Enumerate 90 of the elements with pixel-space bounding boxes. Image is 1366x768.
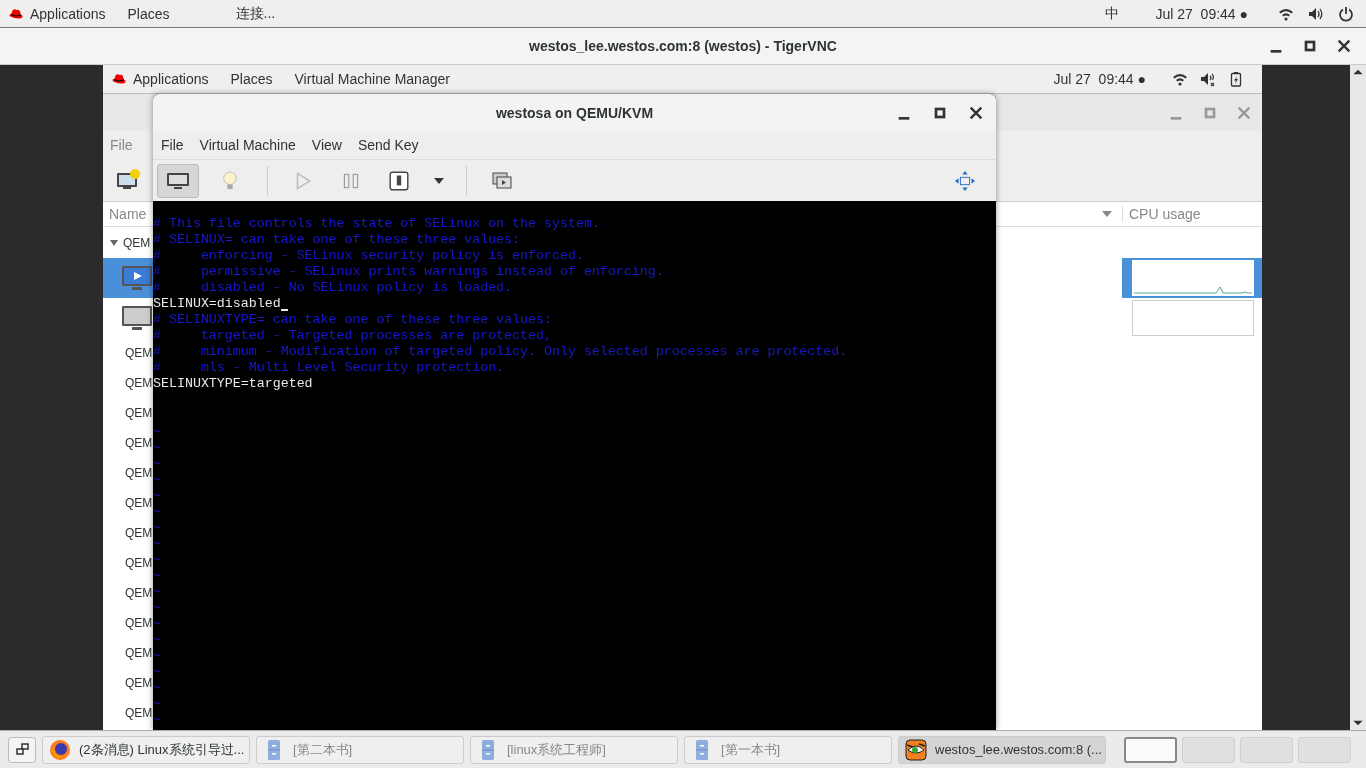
- app-menu[interactable]: 连接...: [235, 4, 276, 23]
- empty-line-marker: ~: [153, 424, 161, 439]
- connection-label: QEM: [123, 235, 151, 250]
- new-vm-icon[interactable]: [115, 168, 141, 192]
- window-title: westos_lee.westos.com:8 (westos) - TigerVNC: [529, 38, 837, 54]
- muted-volume-icon[interactable]: [1200, 71, 1216, 87]
- tiger-eye-icon: [905, 738, 927, 761]
- connection-label[interactable]: QEM: [125, 406, 153, 420]
- snapshots-icon[interactable]: [491, 169, 513, 192]
- config-line: SELINUX=disabled: [153, 296, 281, 311]
- connection-label[interactable]: QEM: [125, 376, 153, 390]
- hat-icon: [8, 7, 24, 20]
- workspace-button[interactable]: [1124, 736, 1177, 763]
- comment-line: # disabled - No SELinux policy is loaded.: [153, 280, 514, 296]
- empty-line-marker: ~: [153, 648, 161, 663]
- vm-icon: [121, 304, 153, 332]
- empty-line-marker: ~: [153, 616, 161, 631]
- top-menu[interactable]: Applications: [30, 5, 106, 22]
- connection-label[interactable]: QEM: [125, 616, 153, 630]
- top-menu[interactable]: Places: [230, 71, 273, 87]
- comment-line: # SELINUXTYPE= can take one of these three values:: [153, 312, 553, 328]
- empty-line-marker: ~: [153, 552, 161, 567]
- empty-line-marker: ~: [153, 504, 161, 519]
- empty-line-marker: ~: [153, 488, 161, 503]
- top-menu[interactable]: Places: [127, 5, 170, 22]
- dropdown-icon[interactable]: [1102, 211, 1112, 217]
- connection-label[interactable]: QEM: [125, 646, 153, 660]
- caret-icon[interactable]: [434, 177, 444, 184]
- connection-label[interactable]: QEM: [125, 346, 153, 360]
- config-line: SELINUXTYPE=targeted: [153, 376, 313, 391]
- empty-line-marker: ~: [153, 696, 161, 711]
- connection-label[interactable]: QEM: [125, 586, 153, 600]
- comment-line: # enforcing - SELinux security policy is enforced.: [153, 248, 585, 264]
- clock[interactable]: Jul 27 09:44 ●: [1155, 5, 1248, 22]
- comment-line: # targeted - Targeted processes are protected,: [153, 328, 553, 344]
- empty-line-marker: ~: [153, 680, 161, 695]
- clock[interactable]: Jul 27 09:44 ●: [1053, 71, 1146, 87]
- empty-line-marker: ~: [153, 568, 161, 583]
- column-header[interactable]: CPU usage: [1122, 206, 1262, 222]
- comment-line: # mls - Multi Level Security protection.: [153, 360, 506, 376]
- cpu-usage-cell[interactable]: [1122, 258, 1262, 298]
- connection-label[interactable]: QEM: [125, 496, 153, 510]
- empty-line-marker: ~: [153, 440, 161, 455]
- wifi-icon[interactable]: [1172, 71, 1188, 87]
- comment-line: # minimum - Modification of targeted policy. Only selected processes are protected.: [153, 344, 849, 360]
- shutdown-icon[interactable]: [388, 169, 410, 192]
- empty-line-marker: ~: [153, 472, 161, 487]
- menu-item[interactable]: View: [311, 137, 342, 153]
- running-vm-icon: [121, 264, 153, 292]
- empty-line-marker: ~: [153, 536, 161, 551]
- empty-line-marker: ~: [153, 584, 161, 599]
- hat-icon: [111, 73, 127, 85]
- top-menu[interactable]: Applications: [133, 71, 209, 87]
- empty-line-marker: ~: [153, 520, 161, 535]
- battery-icon[interactable]: [1228, 71, 1244, 87]
- taskbar-button[interactable]: westos_lee.westos.com:8 (...: [898, 735, 1106, 764]
- close-button[interactable]: [1336, 38, 1352, 54]
- menu-item[interactable]: Send Key: [357, 137, 419, 153]
- empty-line-marker: ~: [153, 664, 161, 679]
- monitor-icon: [166, 170, 190, 191]
- show-desktop-button[interactable]: [8, 736, 36, 763]
- fullscreen-icon[interactable]: [954, 169, 976, 192]
- top-menu[interactable]: Virtual Machine Manager: [294, 71, 450, 87]
- column-header[interactable]: Name: [109, 206, 147, 222]
- close-button[interactable]: [968, 104, 984, 121]
- connection-label[interactable]: QEM: [125, 466, 153, 480]
- connection-label[interactable]: QEM: [125, 676, 153, 690]
- connection-label[interactable]: QEM: [125, 526, 153, 540]
- comment-line: # This file controls the state of SELinux on the system.: [153, 216, 601, 232]
- input-method-indicator[interactable]: 中: [1105, 4, 1120, 23]
- empty-line-marker: ~: [153, 632, 161, 647]
- menu-item[interactable]: Virtual Machine: [199, 137, 296, 153]
- connection-label[interactable]: QEM: [125, 556, 153, 570]
- empty-line-marker: ~: [153, 456, 161, 471]
- connection-label[interactable]: QEM: [125, 436, 153, 450]
- power-icon[interactable]: [1338, 5, 1354, 22]
- browser-icon: [49, 738, 71, 761]
- scrollbar[interactable]: [1350, 65, 1366, 730]
- window-title: westosa on QEMU/KVM: [495, 104, 654, 121]
- expanded-icon[interactable]: [109, 237, 119, 248]
- empty-line-marker: ~: [153, 712, 161, 727]
- connection-label[interactable]: QEM: [125, 706, 153, 720]
- menu-item[interactable]: File: [161, 137, 184, 153]
- comment-line: # permissive - SELinux prints warnings instead of enforcing.: [153, 264, 665, 280]
- taskbar-button[interactable]: (2条消息) Linux系统引导过...: [42, 735, 250, 764]
- maximize-button[interactable]: [1302, 38, 1318, 54]
- console-button[interactable]: [157, 163, 199, 198]
- lightbulb-icon: [221, 169, 239, 192]
- comment-line: # SELINUX= can take one of these three values:: [153, 232, 522, 248]
- empty-line-marker: ~: [153, 600, 161, 615]
